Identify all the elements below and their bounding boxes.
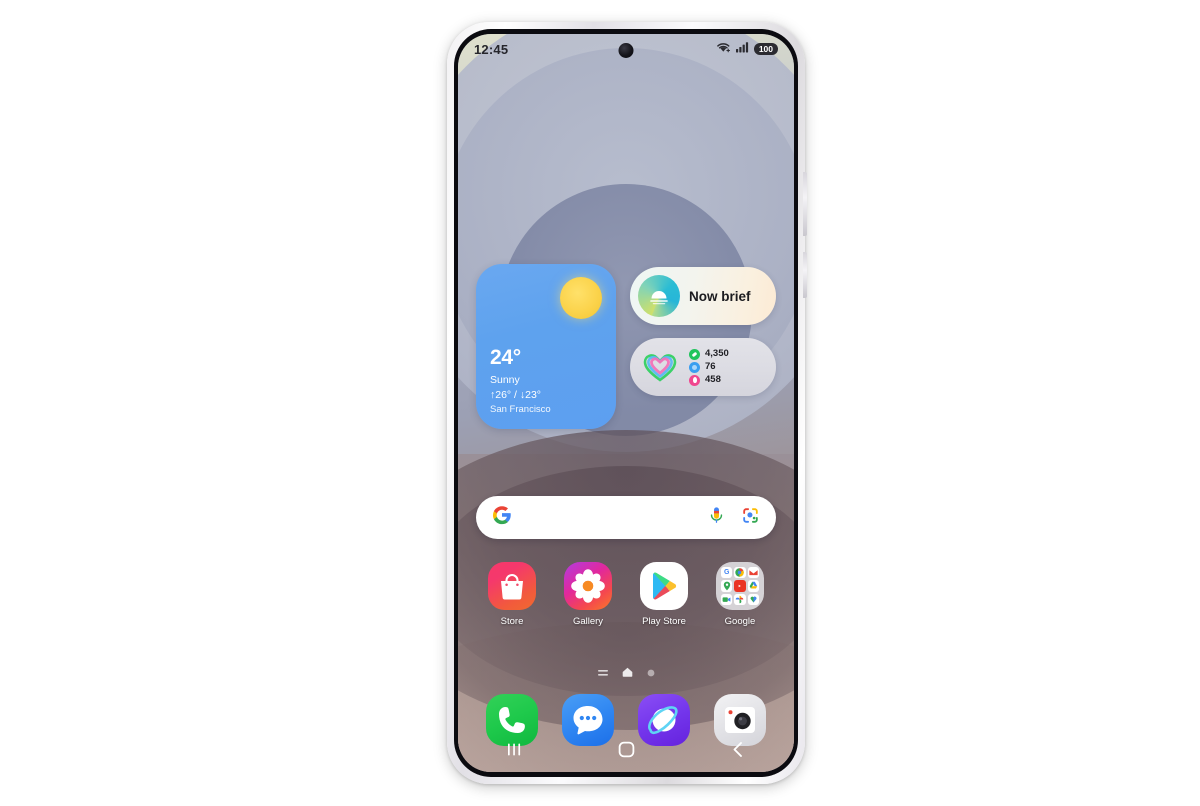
app-label: Gallery	[572, 616, 604, 627]
google-folder-icon: G	[716, 562, 764, 610]
health-stat-steps: 4,350	[689, 348, 729, 360]
maps-mini-icon	[721, 580, 733, 592]
phone-screen[interactable]: 12:45 100 24° Sunny ↑26° / ↓23° San Fran…	[458, 34, 794, 772]
weather-location: San Francisco	[490, 404, 551, 415]
heart-rings-icon	[640, 347, 680, 387]
health-stats-list: 4,350 76 458	[689, 348, 729, 386]
sun-icon	[560, 277, 602, 319]
microphone-icon[interactable]	[708, 506, 725, 530]
front-camera-punch-hole	[618, 43, 634, 58]
app-gallery[interactable]: Gallery	[557, 562, 619, 627]
wifi-icon	[716, 40, 731, 58]
drive-mini-icon	[747, 580, 759, 592]
weather-widget-text: 24° Sunny ↑26° / ↓23° San Francisco	[490, 345, 551, 415]
activity-icon	[689, 361, 700, 373]
gmail-mini-icon	[747, 567, 759, 579]
recents-icon[interactable]	[486, 733, 542, 765]
chrome-mini-icon	[734, 567, 746, 579]
app-google-folder[interactable]: G Google	[709, 562, 771, 627]
weather-condition: Sunny	[490, 374, 520, 386]
home-icon[interactable]	[598, 733, 654, 765]
health-stat-calories: 458	[689, 374, 729, 386]
weather-widget[interactable]: 24° Sunny ↑26° / ↓23° San Francisco	[476, 264, 616, 429]
fit-mini-icon	[747, 593, 759, 605]
weather-range: ↑26° / ↓23°	[490, 389, 542, 401]
health-widget[interactable]: 4,350 76 458	[630, 338, 776, 396]
google-search-mini-icon: G	[721, 567, 733, 579]
meet-mini-icon	[721, 593, 733, 605]
app-label: Play Store	[642, 616, 686, 627]
gallery-flower-icon	[564, 562, 612, 610]
home-screen-page-indicators	[458, 664, 794, 682]
youtube-mini-icon	[734, 580, 746, 592]
health-stat-activity: 76	[689, 361, 729, 373]
google-lens-icon[interactable]	[741, 506, 760, 530]
cellular-signal-icon	[735, 40, 749, 58]
back-icon[interactable]	[710, 733, 766, 765]
now-brief-label: Now brief	[689, 288, 751, 304]
weather-temperature: 24°	[490, 345, 521, 369]
photos-mini-icon	[734, 593, 746, 605]
volume-button[interactable]	[803, 172, 807, 236]
dot-page-icon[interactable]	[647, 664, 655, 682]
app-label: Google	[724, 616, 756, 627]
sunrise-dome-icon	[638, 275, 680, 317]
app-store[interactable]: Store	[481, 562, 543, 627]
app-label: Store	[500, 616, 524, 627]
health-calories-value: 458	[705, 374, 721, 386]
google-search-bar[interactable]	[476, 496, 776, 539]
health-activity-value: 76	[705, 361, 716, 373]
battery-indicator: 100	[753, 42, 778, 56]
search-input[interactable]	[512, 496, 708, 539]
navigation-bar	[458, 732, 794, 766]
app-grid: Store Gallery Play Store G Google	[458, 562, 794, 627]
steps-icon	[689, 348, 700, 360]
now-brief-widget[interactable]: Now brief	[630, 267, 776, 325]
search-actions	[708, 506, 760, 530]
galaxy-store-icon	[488, 562, 536, 610]
play-store-icon	[640, 562, 688, 610]
calories-icon	[689, 374, 700, 386]
home-page-icon[interactable]	[622, 664, 633, 682]
google-g-icon	[492, 505, 512, 530]
status-icons: 100	[716, 40, 778, 58]
widgets-page-icon[interactable]	[597, 664, 608, 682]
status-time: 12:45	[474, 41, 509, 57]
power-button[interactable]	[803, 252, 807, 298]
health-steps-value: 4,350	[705, 348, 729, 360]
app-play-store[interactable]: Play Store	[633, 562, 695, 627]
